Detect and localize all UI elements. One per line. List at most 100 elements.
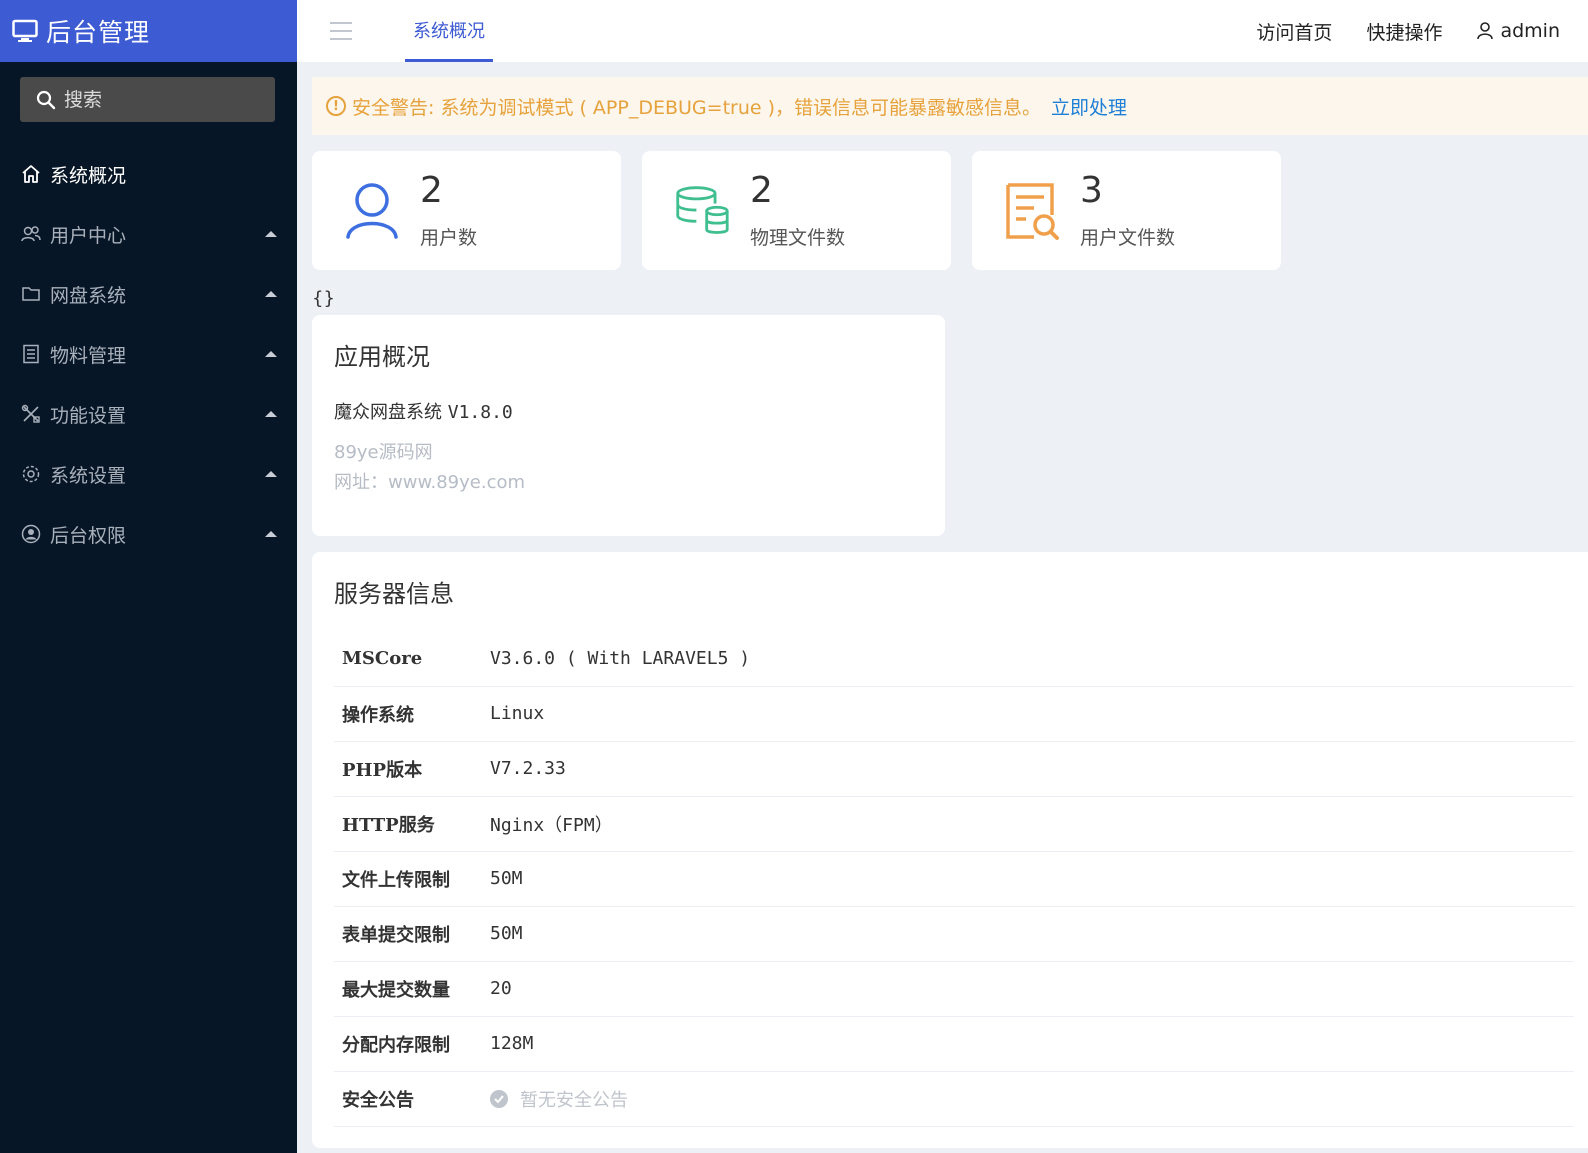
- sidebar-item-label: 用户中心: [50, 224, 127, 247]
- table-row: 操作系统 Linux: [334, 686, 1574, 742]
- alert-text: 安全警告: 系统为调试模式 ( APP_DEBUG=true )，错误信息可能暴…: [352, 96, 1042, 119]
- sidebar-item-features[interactable]: 功能设置: [0, 384, 297, 444]
- sidebar-item-label: 功能设置: [50, 404, 127, 427]
- app-site-info: 89ye源码网 网址：www.89ye.com: [334, 438, 923, 498]
- quick-actions-link[interactable]: 快捷操作: [1366, 18, 1442, 45]
- menu-toggle[interactable]: [297, 0, 385, 62]
- notice-text: 暂无安全公告: [520, 1089, 628, 1111]
- table-row: 文件上传限制 50M: [334, 851, 1574, 907]
- user-icon: [1477, 22, 1494, 40]
- search-input[interactable]: [64, 88, 244, 111]
- app-version-number: V1.8.0: [447, 402, 513, 423]
- row-key: 最大提交数量: [334, 961, 490, 1017]
- monitor-icon: [12, 19, 38, 42]
- server-info-title: 服务器信息: [334, 580, 454, 608]
- debug-braces: {}: [312, 288, 335, 309]
- sidebar-item-users[interactable]: 用户中心: [0, 204, 297, 264]
- sidebar: 后台管理 系统概况 用户中心 网盘系统 物料管理 功能设置: [0, 0, 297, 1153]
- server-info-table: MSCore V3.6.0 ( With LARAVEL5 ) 操作系统 Linux…: [334, 631, 1574, 1127]
- row-key: 文件上传限制: [334, 851, 490, 907]
- file-search-icon: [1004, 181, 1060, 241]
- row-value: Linux: [490, 686, 1574, 742]
- table-row: MSCore V3.6.0 ( With LARAVEL5 ): [334, 631, 1574, 687]
- row-key: PHP版本: [334, 741, 490, 797]
- caret-up-icon: [265, 291, 277, 297]
- app-version: 魔众网盘系统 V1.8.0: [334, 398, 923, 424]
- stat-card-user-files: 3 用户文件数: [972, 151, 1281, 270]
- site-url: 网址：www.89ye.com: [334, 472, 526, 493]
- caret-up-icon: [265, 471, 277, 477]
- sidebar-item-overview[interactable]: 系统概况: [0, 144, 297, 204]
- row-value: 50M: [490, 851, 1574, 907]
- stat-card-users: 2 用户数: [312, 151, 621, 270]
- row-key: 安全公告: [334, 1071, 490, 1127]
- stat-label: 物理文件数: [750, 226, 846, 249]
- tools-icon: [20, 403, 42, 425]
- app-name: 魔众网盘系统: [334, 402, 442, 423]
- sidebar-item-label: 物料管理: [50, 344, 127, 367]
- stat-value: 2: [750, 170, 773, 212]
- search-icon: [36, 90, 56, 109]
- table-row: 表单提交限制 50M: [334, 906, 1574, 962]
- tab-overview[interactable]: 系统概况: [405, 0, 493, 62]
- security-notice: 暂无安全公告: [490, 1086, 628, 1112]
- sidebar-item-materials[interactable]: 物料管理: [0, 324, 297, 384]
- sidebar-item-system[interactable]: 系统设置: [0, 444, 297, 504]
- row-value: 20: [490, 961, 1574, 1017]
- row-key: MSCore: [334, 631, 490, 687]
- server-info-card: 服务器信息 MSCore V3.6.0 ( With LARAVEL5 ) 操作系…: [312, 552, 1588, 1148]
- folder-icon: [20, 283, 42, 305]
- app-title: 后台管理: [46, 18, 151, 47]
- stat-card-physical-files: 2 物理文件数: [642, 151, 951, 270]
- row-key: 分配内存限制: [334, 1016, 490, 1072]
- user-menu[interactable]: admin: [1476, 20, 1560, 42]
- stat-label: 用户文件数: [1080, 226, 1176, 249]
- sidebar-menu: 系统概况 用户中心 网盘系统 物料管理 功能设置 系统设置 后台权限: [0, 144, 297, 564]
- security-alert: ! 安全警告: 系统为调试模式 ( APP_DEBUG=true )，错误信息可…: [312, 77, 1588, 135]
- username: admin: [1500, 20, 1560, 42]
- home-icon: [20, 163, 42, 185]
- table-row: 安全公告 暂无安全公告: [334, 1071, 1574, 1127]
- sidebar-search[interactable]: [20, 77, 275, 122]
- user-circle-icon: [20, 523, 42, 545]
- list-icon: [20, 343, 42, 365]
- visit-home-link[interactable]: 访问首页: [1256, 18, 1332, 45]
- handle-now-link[interactable]: 立即处理: [1051, 93, 1127, 120]
- caret-up-icon: [265, 351, 277, 357]
- row-value: V3.6.0 ( With LARAVEL5 ): [490, 631, 1574, 687]
- top-bar: 系统概况 访问首页 快捷操作 admin: [297, 0, 1588, 62]
- stat-value: 3: [1080, 170, 1103, 212]
- row-value: 暂无安全公告: [490, 1071, 1574, 1127]
- table-row: PHP版本 V7.2.33: [334, 741, 1574, 797]
- caret-up-icon: [265, 231, 277, 237]
- stat-value: 2: [420, 170, 443, 212]
- top-nav: 访问首页 快捷操作 admin: [1222, 0, 1588, 62]
- site-name: 89ye源码网: [334, 442, 433, 463]
- sidebar-item-permissions[interactable]: 后台权限: [0, 504, 297, 564]
- hamburger-icon: [330, 22, 352, 40]
- row-key: HTTP服务: [334, 796, 490, 852]
- database-icon: [674, 181, 730, 241]
- row-key: 操作系统: [334, 686, 490, 742]
- sidebar-item-label: 系统概况: [50, 164, 127, 187]
- row-value: Nginx（FPM）: [490, 796, 1574, 852]
- sidebar-item-netdisk[interactable]: 网盘系统: [0, 264, 297, 324]
- sidebar-item-label: 后台权限: [50, 524, 127, 547]
- row-value: V7.2.33: [490, 741, 1574, 797]
- app-overview-title: 应用概况: [334, 343, 430, 371]
- warning-icon: !: [326, 96, 346, 116]
- table-row: HTTP服务 Nginx（FPM）: [334, 796, 1574, 852]
- row-key: 表单提交限制: [334, 906, 490, 962]
- sidebar-item-label: 系统设置: [50, 464, 127, 487]
- gear-icon: [20, 463, 42, 485]
- row-value: 128M: [490, 1016, 1574, 1072]
- table-row: 最大提交数量 20: [334, 961, 1574, 1017]
- table-row: 分配内存限制 128M: [334, 1016, 1574, 1072]
- sidebar-item-label: 网盘系统: [50, 284, 127, 307]
- brand[interactable]: 后台管理: [0, 0, 297, 62]
- user-icon: [344, 181, 400, 241]
- users-icon: [20, 223, 42, 245]
- stat-label: 用户数: [420, 226, 478, 249]
- caret-up-icon: [265, 531, 277, 537]
- check-circle-icon: [490, 1089, 508, 1108]
